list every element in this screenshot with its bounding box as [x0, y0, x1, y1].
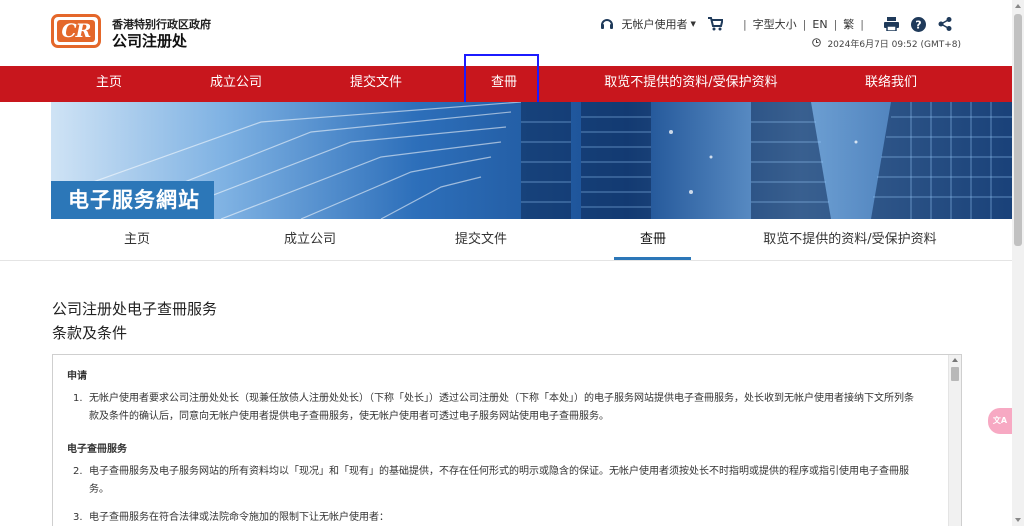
- clause-number: 1.: [73, 393, 83, 404]
- terms-content: 申请 1. 无帐户使用者要求公司注册处处长（现兼任放债人注册处处长）（下称「处长…: [67, 367, 917, 526]
- separator: |: [742, 17, 747, 31]
- caret-down-icon: ▼: [690, 20, 696, 28]
- main-nav-file-documents[interactable]: 提交文件: [336, 66, 416, 102]
- translate-button[interactable]: 文A: [988, 408, 1012, 434]
- terms-clause: 3. 电子查冊服务在符合法律或法院命令施加的限制下让无帐户使用者：: [67, 509, 917, 526]
- section-heading: 申请: [67, 371, 87, 382]
- sub-nav-protected-info[interactable]: 取览不提供的资料/受保护资料: [752, 219, 948, 261]
- sub-nav-incorporate[interactable]: 成立公司: [270, 219, 350, 261]
- user-label: 无帐户使用者: [621, 18, 688, 31]
- main-nav-search[interactable]: 查冊: [477, 66, 531, 102]
- site-header: CR 香港特别行政区政府 公司注册处 无帐户使用者 ▼ | 字型大小 | EN …: [0, 0, 1012, 66]
- clause-text: 电子查冊服务及电子服务网站的所有资料均以「现况」和「现有」的基础提供，不存在任何…: [89, 466, 909, 495]
- main-nav: 主页 成立公司 提交文件 查冊 取览不提供的资料/受保护资料 联络我们: [0, 66, 1012, 102]
- datetime-display: 2024年6月7日 09:52 (GMT+8): [812, 37, 961, 50]
- main-nav-contact[interactable]: 联络我们: [852, 66, 930, 102]
- terms-clause: 1. 无帐户使用者要求公司注册处处长（现兼任放债人注册处处长）（下称「处长」）透…: [67, 390, 917, 426]
- section-heading: 电子查冊服务: [67, 444, 127, 455]
- cart-icon[interactable]: [707, 17, 723, 31]
- page-subtitle: 条款及条件: [52, 324, 128, 342]
- terms-scroll-thumb[interactable]: [951, 367, 959, 381]
- page-scrollbar[interactable]: [1012, 0, 1024, 526]
- terms-scrollbar[interactable]: [948, 355, 961, 526]
- cr-logo-text: CR: [57, 20, 95, 42]
- main-nav-incorporate[interactable]: 成立公司: [196, 66, 276, 102]
- sub-nav-search[interactable]: 查冊: [626, 219, 680, 261]
- print-icon[interactable]: [884, 17, 899, 31]
- terms-clause: 2. 电子查冊服务及电子服务网站的所有资料均以「现况」和「现有」的基础提供，不存…: [67, 463, 917, 499]
- utility-bar: 无帐户使用者 ▼ | 字型大小 | EN | 繁 | ?: [600, 15, 952, 33]
- sub-nav: 主页 成立公司 提交文件 查冊 取览不提供的资料/受保护资料: [0, 219, 1012, 261]
- separator: |: [860, 17, 864, 31]
- headset-user-icon: [600, 17, 614, 31]
- separator: |: [833, 17, 838, 31]
- banner-title: 电子服务網站: [51, 181, 214, 219]
- help-icon[interactable]: ?: [911, 16, 926, 32]
- cr-logo[interactable]: CR: [51, 14, 101, 48]
- lang-en-link[interactable]: EN: [812, 18, 827, 31]
- clock-icon: [812, 37, 827, 50]
- clause-text: 电子查冊服务在符合法律或法院命令施加的限制下让无帐户使用者：: [89, 512, 389, 523]
- main-nav-home[interactable]: 主页: [82, 66, 136, 102]
- svg-text:?: ?: [915, 18, 921, 31]
- sub-nav-home[interactable]: 主页: [110, 219, 164, 261]
- main-nav-protected-info[interactable]: 取览不提供的资料/受保护资料: [596, 66, 786, 102]
- user-menu[interactable]: 无帐户使用者 ▼: [600, 16, 696, 32]
- scroll-up-icon[interactable]: [1015, 4, 1021, 8]
- sub-nav-file-documents[interactable]: 提交文件: [441, 219, 521, 261]
- scroll-down-icon[interactable]: [1015, 518, 1021, 522]
- terms-panel[interactable]: 申请 1. 无帐户使用者要求公司注册处处长（现兼任放债人注册处处长）（下称「处长…: [52, 354, 962, 526]
- clause-text: 无帐户使用者要求公司注册处处长（现兼任放债人注册处处长）（下称「处长」）透过公司…: [89, 393, 914, 422]
- org-name-line2: 公司注册处: [112, 32, 188, 50]
- clause-number: 2.: [73, 466, 83, 477]
- page-scroll-thumb[interactable]: [1014, 14, 1022, 246]
- scroll-up-icon[interactable]: [952, 358, 958, 362]
- page-title: 公司注册处电子查冊服务: [52, 300, 218, 318]
- separator: |: [802, 17, 807, 31]
- active-tab-indicator: [614, 257, 691, 260]
- clause-number: 3.: [73, 512, 83, 523]
- font-size-link[interactable]: 字型大小: [753, 16, 797, 32]
- lang-tc-link[interactable]: 繁: [843, 16, 854, 32]
- hero-banner: 电子服务網站: [51, 102, 1012, 219]
- datetime-text: 2024年6月7日 09:52 (GMT+8): [827, 40, 961, 50]
- share-icon[interactable]: [938, 17, 952, 31]
